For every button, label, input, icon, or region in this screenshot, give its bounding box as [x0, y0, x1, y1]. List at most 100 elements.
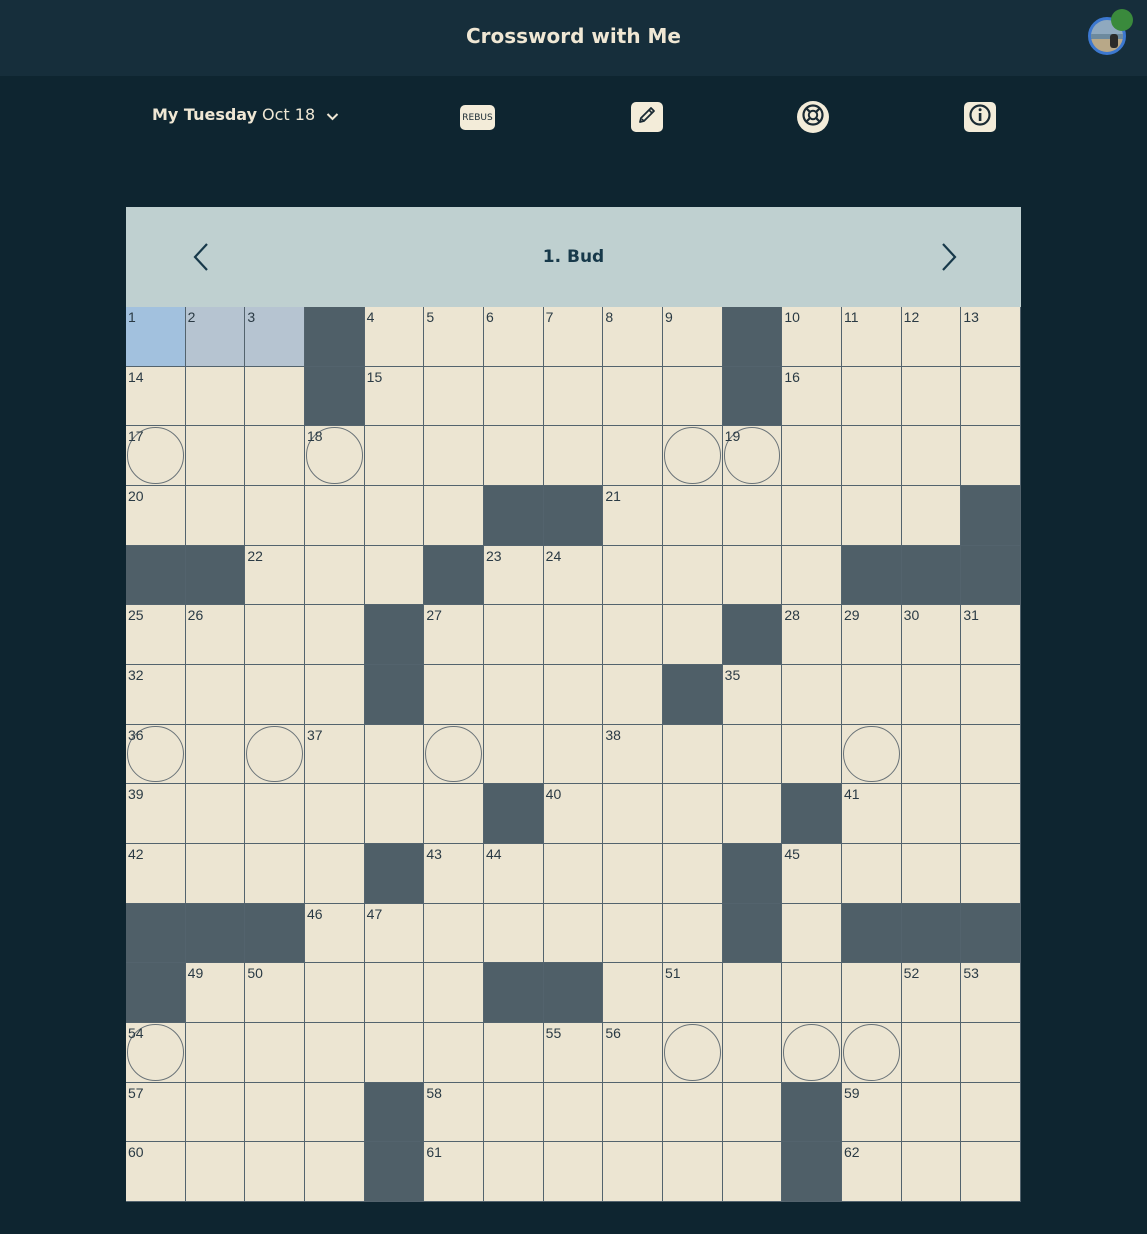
- grid-cell[interactable]: [305, 486, 365, 546]
- grid-cell[interactable]: [185, 1142, 246, 1202]
- grid-cell[interactable]: [305, 545, 365, 606]
- grid-cell[interactable]: 62: [842, 1142, 902, 1202]
- grid-cell[interactable]: 56: [603, 1023, 663, 1083]
- chevron-right-icon[interactable]: [934, 240, 964, 279]
- grid-cell[interactable]: 42: [126, 844, 186, 904]
- grid-cell[interactable]: [722, 724, 783, 785]
- grid-cell[interactable]: [663, 1023, 723, 1083]
- grid-cell[interactable]: [305, 1023, 365, 1083]
- grid-cell[interactable]: [603, 605, 663, 665]
- grid-cell[interactable]: [901, 366, 962, 427]
- grid-cell[interactable]: [961, 724, 1021, 785]
- grid-cell[interactable]: [663, 605, 723, 665]
- grid-cell[interactable]: [722, 1142, 783, 1202]
- grid-cell[interactable]: [782, 903, 842, 964]
- grid-cell[interactable]: [961, 1082, 1021, 1143]
- grid-cell[interactable]: [185, 1082, 246, 1143]
- grid-cell[interactable]: [484, 605, 544, 665]
- grid-cell[interactable]: 39: [126, 784, 186, 844]
- grid-cell[interactable]: 14: [126, 366, 186, 427]
- grid-cell[interactable]: [305, 1082, 365, 1143]
- grid-cell[interactable]: [663, 1082, 723, 1143]
- grid-cell[interactable]: [842, 844, 902, 904]
- grid-cell[interactable]: [305, 605, 365, 665]
- grid-cell[interactable]: 3: [245, 307, 305, 367]
- grid-cell[interactable]: [782, 486, 842, 546]
- grid-cell[interactable]: [961, 844, 1021, 904]
- grid-cell[interactable]: [663, 1142, 723, 1202]
- grid-cell[interactable]: 11: [842, 307, 902, 367]
- grid-cell[interactable]: [245, 366, 305, 427]
- grid-cell[interactable]: 7: [543, 307, 604, 367]
- grid-cell[interactable]: [543, 366, 604, 427]
- grid-cell[interactable]: [722, 1023, 783, 1083]
- info-button[interactable]: [964, 102, 996, 132]
- grid-cell[interactable]: [424, 1023, 484, 1083]
- grid-cell[interactable]: [722, 1082, 783, 1143]
- grid-cell[interactable]: [364, 486, 425, 546]
- grid-cell[interactable]: 45: [782, 844, 842, 904]
- grid-cell[interactable]: [543, 665, 604, 725]
- grid-cell[interactable]: [663, 844, 723, 904]
- grid-cell[interactable]: [484, 366, 544, 427]
- grid-cell[interactable]: [245, 1082, 305, 1143]
- grid-cell[interactable]: [185, 844, 246, 904]
- grid-cell[interactable]: [424, 784, 484, 844]
- grid-cell[interactable]: 51: [663, 963, 723, 1023]
- grid-cell[interactable]: [603, 784, 663, 844]
- grid-cell[interactable]: [245, 426, 305, 486]
- grid-cell[interactable]: [305, 665, 365, 725]
- grid-cell[interactable]: [245, 486, 305, 546]
- grid-cell[interactable]: 26: [185, 605, 246, 665]
- grid-cell[interactable]: [484, 426, 544, 486]
- puzzle-selector[interactable]: My Tuesday Oct 18: [152, 105, 339, 125]
- grid-cell[interactable]: 52: [901, 963, 962, 1023]
- grid-cell[interactable]: [603, 665, 663, 725]
- grid-cell[interactable]: 27: [424, 605, 484, 665]
- help-button[interactable]: [797, 101, 829, 133]
- grid-cell[interactable]: [484, 724, 544, 785]
- grid-cell[interactable]: [424, 963, 484, 1023]
- grid-cell[interactable]: 57: [126, 1082, 186, 1143]
- grid-cell[interactable]: 54: [126, 1023, 186, 1083]
- grid-cell[interactable]: [782, 665, 842, 725]
- grid-cell[interactable]: 25: [126, 605, 186, 665]
- grid-cell[interactable]: [543, 724, 604, 785]
- grid-cell[interactable]: [901, 1082, 962, 1143]
- grid-cell[interactable]: [424, 903, 484, 964]
- grid-cell[interactable]: 29: [842, 605, 902, 665]
- grid-cell[interactable]: [663, 784, 723, 844]
- grid-cell[interactable]: [842, 724, 902, 785]
- grid-cell[interactable]: [424, 724, 484, 785]
- grid-cell[interactable]: 9: [663, 307, 723, 367]
- grid-cell[interactable]: [901, 665, 962, 725]
- grid-cell[interactable]: [484, 1023, 544, 1083]
- grid-cell[interactable]: [603, 1142, 663, 1202]
- grid-cell[interactable]: 38: [603, 724, 663, 785]
- grid-cell[interactable]: [185, 665, 246, 725]
- grid-cell[interactable]: 5: [424, 307, 484, 367]
- grid-cell[interactable]: [364, 963, 425, 1023]
- grid-cell[interactable]: [603, 903, 663, 964]
- grid-cell[interactable]: [185, 366, 246, 427]
- grid-cell[interactable]: [782, 426, 842, 486]
- grid-cell[interactable]: [961, 1142, 1021, 1202]
- grid-cell[interactable]: 10: [782, 307, 842, 367]
- grid-cell[interactable]: [663, 724, 723, 785]
- grid-cell[interactable]: [663, 903, 723, 964]
- grid-cell[interactable]: 50: [245, 963, 305, 1023]
- grid-cell[interactable]: [245, 844, 305, 904]
- grid-cell[interactable]: 40: [543, 784, 604, 844]
- grid-cell[interactable]: 23: [484, 545, 544, 606]
- grid-cell[interactable]: [663, 426, 723, 486]
- grid-cell[interactable]: [543, 1142, 604, 1202]
- grid-cell[interactable]: 44: [484, 844, 544, 904]
- grid-cell[interactable]: 49: [185, 963, 246, 1023]
- grid-cell[interactable]: [185, 486, 246, 546]
- grid-cell[interactable]: 6: [484, 307, 544, 367]
- grid-cell[interactable]: [603, 366, 663, 427]
- grid-cell[interactable]: 36: [126, 724, 186, 785]
- grid-cell[interactable]: [364, 1023, 425, 1083]
- grid-cell[interactable]: [722, 784, 783, 844]
- grid-cell[interactable]: 15: [364, 366, 425, 427]
